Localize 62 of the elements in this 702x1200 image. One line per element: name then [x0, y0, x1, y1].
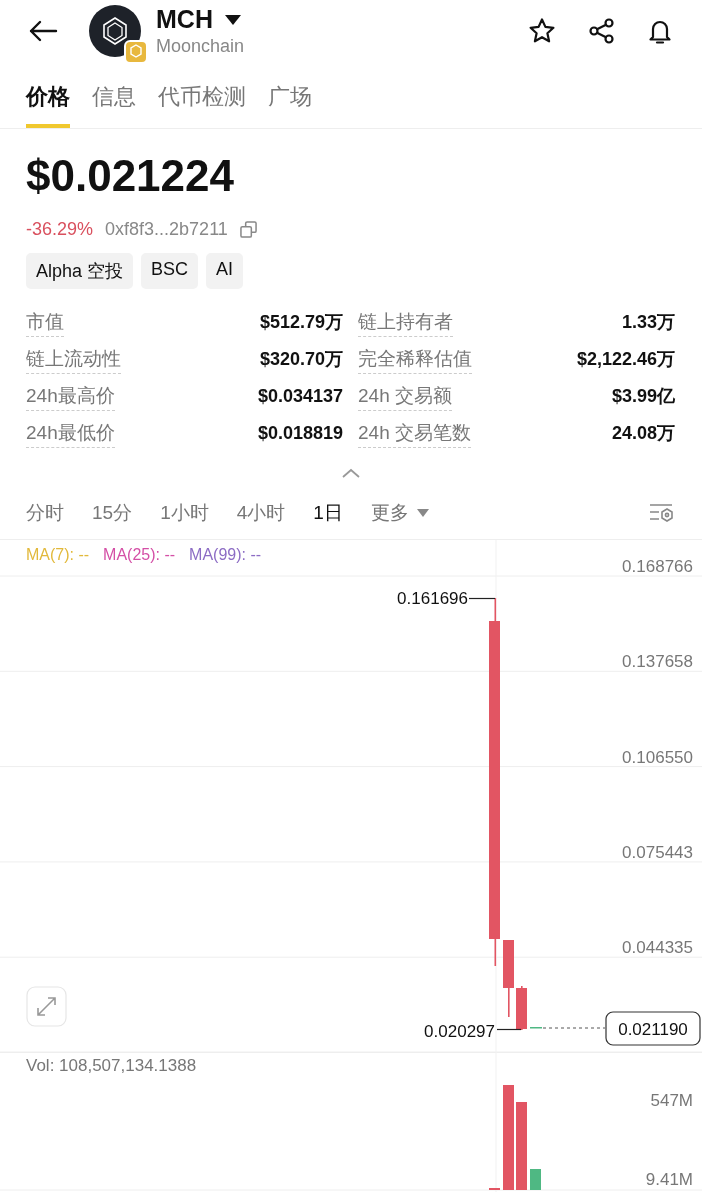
moving-average-label: MA(25): --: [103, 546, 176, 564]
stat-value: 1.33万: [621, 311, 675, 334]
price-axis-label: 0.075443: [622, 842, 693, 862]
stat-value: $0.018819: [257, 423, 343, 444]
price-axis-label: 0.137658: [622, 652, 693, 672]
moving-average-label: MA(99): --: [189, 546, 262, 564]
volume-axis-label: 547M: [650, 1091, 693, 1110]
volume-bar: [530, 1169, 541, 1190]
high-price-label: 0.161696: [397, 589, 468, 608]
interval-tab[interactable]: 分时: [26, 500, 64, 526]
stat-value: $3.99亿: [611, 385, 675, 408]
chart-settings-icon[interactable]: [648, 501, 676, 525]
candlestick: [530, 1027, 542, 1029]
back-icon[interactable]: [28, 19, 58, 43]
token-symbol[interactable]: MCH: [156, 5, 213, 34]
stat-value: 24.08万: [611, 422, 675, 445]
stat-value: $320.70万: [259, 348, 343, 371]
stat-value: $512.79万: [259, 311, 343, 334]
stat-label: 完全稀释估值: [358, 346, 472, 374]
interval-tab[interactable]: 4小时: [236, 500, 286, 526]
last-price-line: [542, 1027, 606, 1029]
stat-label: 24h最高价: [26, 383, 115, 411]
stat-label: 24h最低价: [26, 420, 115, 448]
price: $0.021224: [26, 151, 235, 201]
copy-icon[interactable]: [239, 221, 257, 238]
leader-line: [468, 597, 496, 600]
tab[interactable]: 广场: [268, 78, 312, 128]
tag: AI: [206, 253, 244, 289]
interval-tab[interactable]: 1日: [313, 500, 343, 526]
stat-label: 24h 交易笔数: [358, 420, 471, 448]
volume-label: Vol: 108,507,134.1388: [26, 1056, 197, 1075]
share-icon[interactable]: [588, 17, 616, 45]
tag: Alpha 空投: [26, 253, 134, 289]
caret-icon: [416, 509, 429, 517]
tab[interactable]: 信息: [92, 78, 136, 128]
caret-icon[interactable]: [224, 14, 241, 25]
price-change: -36.29%: [26, 219, 94, 240]
tag: BSC: [141, 253, 199, 289]
stat-label: 链上流动性: [26, 346, 121, 374]
tab[interactable]: 价格: [26, 78, 70, 128]
stat-label: 24h 交易额: [358, 383, 452, 411]
stat-label: 市值: [26, 309, 64, 337]
chevron-up-icon[interactable]: [342, 468, 360, 478]
moving-average-label: MA(7): --: [26, 546, 90, 564]
stat-label: 链上持有者: [358, 309, 453, 337]
interval-tab[interactable]: 1小时: [160, 500, 209, 526]
last-price-value: 0.021190: [618, 1020, 688, 1039]
interval-tab[interactable]: 更多: [370, 500, 429, 526]
price-axis-label: 0.044335: [622, 938, 693, 958]
low-price-label: 0.020297: [424, 1022, 495, 1041]
token-name: Moonchain: [156, 36, 245, 57]
stat-value: $2,122.46万: [576, 348, 675, 371]
candlestick: [516, 986, 527, 1030]
tab[interactable]: 代币检测: [158, 78, 246, 128]
contract-address: 0xf8f3...2b7211: [105, 219, 228, 240]
leader-line: [496, 1028, 522, 1031]
interval-tab[interactable]: 15分: [92, 500, 133, 526]
stat-value: $0.034137: [257, 386, 343, 407]
volume-axis-label: 9.41M: [645, 1170, 693, 1189]
price-axis-label: 0.168766: [622, 557, 693, 576]
price-axis-label: 0.106550: [622, 747, 693, 767]
star-icon[interactable]: [528, 17, 556, 45]
